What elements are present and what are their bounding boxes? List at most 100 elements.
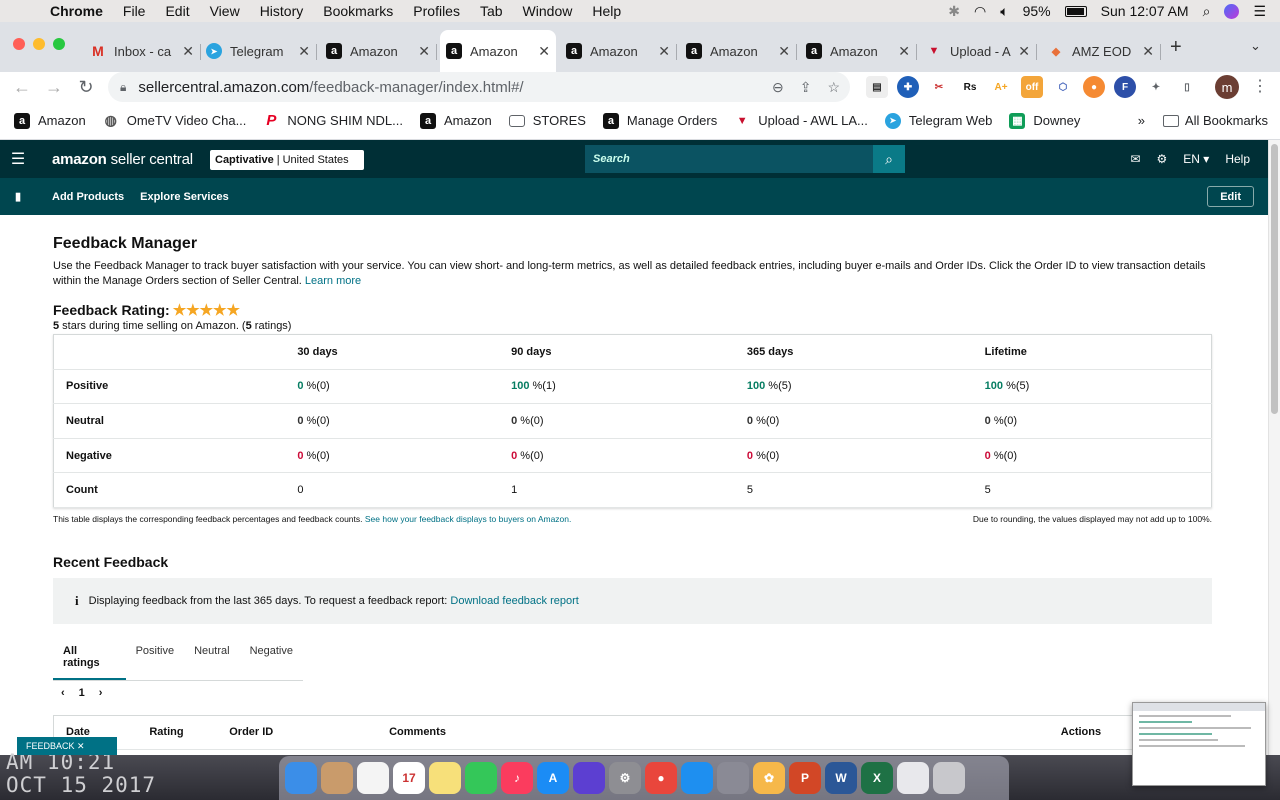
trash-icon[interactable] xyxy=(933,762,965,794)
search-input[interactable]: Search xyxy=(585,145,873,173)
volume-icon[interactable]: 🔈︎ xyxy=(1000,3,1008,20)
safari-icon[interactable] xyxy=(681,762,713,794)
mail-icon[interactable]: ✉ xyxy=(1130,152,1140,166)
extension-star-icon[interactable]: A+ xyxy=(990,76,1012,98)
buyer-display-link[interactable]: See how your feedback displays to buyers… xyxy=(365,514,571,524)
extension-scissors-icon[interactable]: ✂ xyxy=(928,76,950,98)
bookmark-item[interactable]: ▼ Upload - AWL LA... xyxy=(734,113,868,129)
siri-menu-icon[interactable] xyxy=(1224,3,1240,19)
subnav-add-products[interactable]: Add Products xyxy=(52,191,124,203)
all-bookmarks[interactable]: All Bookmarks xyxy=(1162,113,1268,128)
chrome-icon[interactable]: ● xyxy=(645,762,677,794)
menu-history[interactable]: History xyxy=(250,3,314,19)
browser-tab[interactable]: a Amazon ✕ xyxy=(800,36,917,66)
bookmark-item[interactable]: a Manage Orders xyxy=(602,112,717,129)
chrome-menu-icon[interactable]: ⋮ xyxy=(1252,76,1268,96)
notes-icon[interactable] xyxy=(429,762,461,794)
menu-help[interactable]: Help xyxy=(582,3,631,19)
screenshot-thumbnail[interactable] xyxy=(1132,702,1266,786)
tab-search-icon[interactable]: ⌄ xyxy=(1250,38,1261,54)
menu-file[interactable]: File xyxy=(113,3,156,19)
bookmark-item[interactable]: STORES xyxy=(508,113,586,128)
bluetooth-icon[interactable]: ✱ xyxy=(948,3,960,20)
close-window-button[interactable] xyxy=(13,38,25,50)
feedback-widget-button[interactable]: FEEDBACK ✕ xyxy=(17,737,117,755)
share-icon[interactable]: ⇪ xyxy=(800,79,812,96)
subnav-explore-services[interactable]: Explore Services xyxy=(140,191,229,203)
bookmark-item[interactable]: P NONG SHIM NDL... xyxy=(263,112,403,129)
current-page[interactable]: 1 xyxy=(79,687,85,699)
minimize-window-button[interactable] xyxy=(33,38,45,50)
browser-tab[interactable]: ➤ Telegram ✕ xyxy=(200,36,317,66)
close-tab-icon[interactable]: ✕ xyxy=(898,43,910,60)
feedback-column-header[interactable]: Comments xyxy=(377,715,1049,750)
close-tab-icon[interactable]: ✕ xyxy=(182,43,194,60)
extension-off2-icon[interactable]: off xyxy=(1021,76,1043,98)
close-tab-icon[interactable]: ✕ xyxy=(658,43,670,60)
close-tab-icon[interactable]: ✕ xyxy=(298,43,310,60)
browser-tab[interactable]: a Amazon ✕ xyxy=(560,36,677,66)
powerpoint-icon[interactable]: P xyxy=(789,762,821,794)
tab-neutral[interactable]: Neutral xyxy=(184,638,239,680)
excel-icon[interactable]: X xyxy=(861,762,893,794)
account-switcher[interactable]: Captivative | United States xyxy=(210,150,364,170)
address-bar[interactable]: 🔒︎ sellercentral.amazon.com/feedback-man… xyxy=(108,72,850,102)
prev-page-icon[interactable]: ‹ xyxy=(61,687,65,699)
scrollbar-thumb[interactable] xyxy=(1271,144,1278,414)
bookmark-item[interactable]: ◍ OmeTV Video Cha... xyxy=(103,112,247,129)
hamburger-menu-icon[interactable]: ☰ xyxy=(0,149,36,169)
back-arrow-icon[interactable]: ← xyxy=(6,77,38,98)
menu-bookmarks[interactable]: Bookmarks xyxy=(313,3,403,19)
bookmark-item[interactable]: a Amazon xyxy=(14,112,86,129)
forward-arrow-icon[interactable]: → xyxy=(38,77,70,98)
edit-button[interactable]: Edit xyxy=(1207,186,1254,207)
menu-tab[interactable]: Tab xyxy=(470,3,513,19)
lock-icon[interactable]: 🔒︎ xyxy=(120,80,126,95)
appstore-icon[interactable]: A xyxy=(537,762,569,794)
zoom-icon[interactable]: ⊖ xyxy=(772,79,784,96)
battery-icon[interactable] xyxy=(1064,5,1087,17)
wifi-icon[interactable]: ◠ xyxy=(974,3,986,20)
bookmark-item[interactable]: ▦ Downey xyxy=(1009,112,1080,129)
bookmark-icon[interactable]: ▮ xyxy=(0,190,36,203)
zoom-window-button[interactable] xyxy=(53,38,65,50)
word-icon[interactable]: W xyxy=(825,762,857,794)
close-tab-icon[interactable]: ✕ xyxy=(1018,43,1030,60)
profile-avatar[interactable]: m xyxy=(1215,75,1239,99)
tab-all-ratings[interactable]: All ratings xyxy=(53,638,126,680)
extension-off-icon[interactable]: ▤ xyxy=(866,76,888,98)
page-scrollbar[interactable] xyxy=(1268,140,1280,755)
close-tab-icon[interactable]: ✕ xyxy=(538,43,550,60)
extension-orange-icon[interactable]: ● xyxy=(1083,76,1105,98)
launchpad-icon[interactable] xyxy=(717,762,749,794)
feedback-column-header[interactable]: Rating xyxy=(137,715,218,750)
extension-cube-icon[interactable]: ⬡ xyxy=(1052,76,1074,98)
close-tab-icon[interactable]: ✕ xyxy=(418,43,430,60)
contacts-icon[interactable] xyxy=(321,762,353,794)
finder-icon[interactable] xyxy=(285,762,317,794)
learn-more-link[interactable]: Learn more xyxy=(305,275,361,287)
search-icon[interactable]: ⌕ xyxy=(873,145,905,173)
control-center-icon[interactable]: ☰ xyxy=(1253,3,1266,20)
extension-f-icon[interactable]: F xyxy=(1114,76,1136,98)
facetime-icon[interactable] xyxy=(465,762,497,794)
music-icon[interactable]: ♪ xyxy=(501,762,533,794)
browser-tab[interactable]: ▼ Upload - A ✕ xyxy=(920,36,1037,66)
seller-central-logo[interactable]: amazon seller central xyxy=(52,151,193,168)
bookmark-item[interactable]: a Amazon xyxy=(420,112,492,129)
browser-tab[interactable]: ◆ AMZ EOD ✕ xyxy=(1042,36,1161,66)
menu-app-name[interactable]: Chrome xyxy=(40,3,113,19)
new-tab-button[interactable]: + xyxy=(1170,36,1182,59)
menu-view[interactable]: View xyxy=(200,3,250,19)
extension-rs-icon[interactable]: Rs xyxy=(959,76,981,98)
clock[interactable]: Sun 12:07 AM xyxy=(1101,3,1189,19)
extensions-puzzle-icon[interactable]: ✦ xyxy=(1145,76,1167,98)
next-page-icon[interactable]: › xyxy=(99,687,103,699)
photos-icon[interactable]: ✿ xyxy=(753,762,785,794)
side-panel-icon[interactable]: ▯ xyxy=(1176,76,1198,98)
reload-icon[interactable]: ↻ xyxy=(70,77,102,98)
bookmark-item[interactable]: ➤ Telegram Web xyxy=(884,112,992,129)
browser-tab[interactable]: a Amazon ✕ xyxy=(440,30,556,72)
spotlight-icon[interactable]: ⌕ xyxy=(1203,3,1211,20)
help-link[interactable]: Help xyxy=(1225,152,1250,166)
